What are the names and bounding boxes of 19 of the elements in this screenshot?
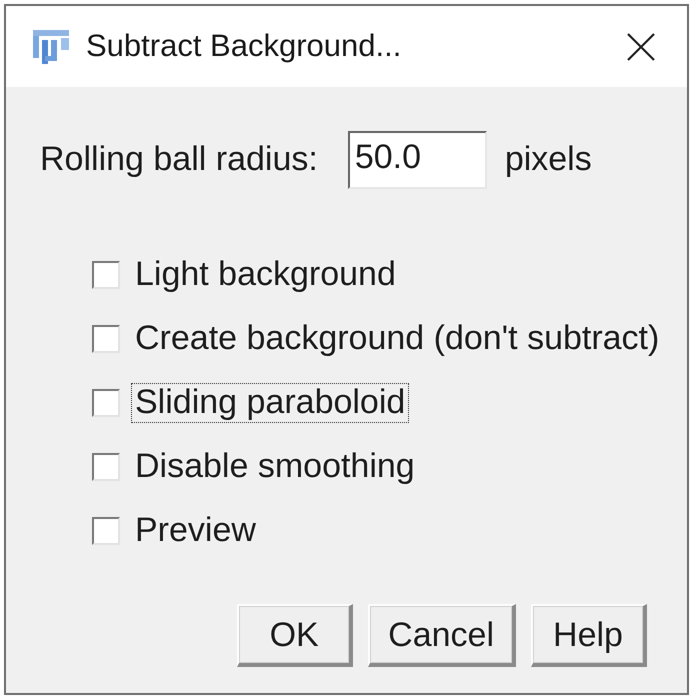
checkbox-label[interactable]: Disable smoothing [131, 447, 419, 487]
checkbox-label[interactable]: Sliding paraboloid [131, 383, 410, 423]
checkbox[interactable] [92, 517, 120, 545]
app-icon [33, 30, 69, 64]
dialog-button[interactable]: Cancel [368, 604, 516, 667]
checkbox[interactable] [92, 325, 120, 353]
window-title: Subtract Background... [86, 27, 402, 66]
radius-field[interactable]: 50.0 [348, 131, 487, 189]
checkbox[interactable] [92, 453, 120, 481]
dialog-button[interactable]: OK [237, 604, 354, 667]
unit-label: pixels [504, 141, 592, 179]
close-icon[interactable] [627, 32, 655, 60]
checkbox-label[interactable]: Preview [131, 511, 260, 551]
checkbox[interactable] [92, 389, 120, 417]
checkbox-label[interactable]: Light background [131, 255, 400, 295]
checkbox-label[interactable]: Create background (don't subtract) [131, 319, 664, 359]
radius-label: Rolling ball radius: [40, 141, 318, 179]
dialog-button[interactable]: Help [531, 604, 647, 667]
checkbox[interactable] [92, 261, 120, 289]
